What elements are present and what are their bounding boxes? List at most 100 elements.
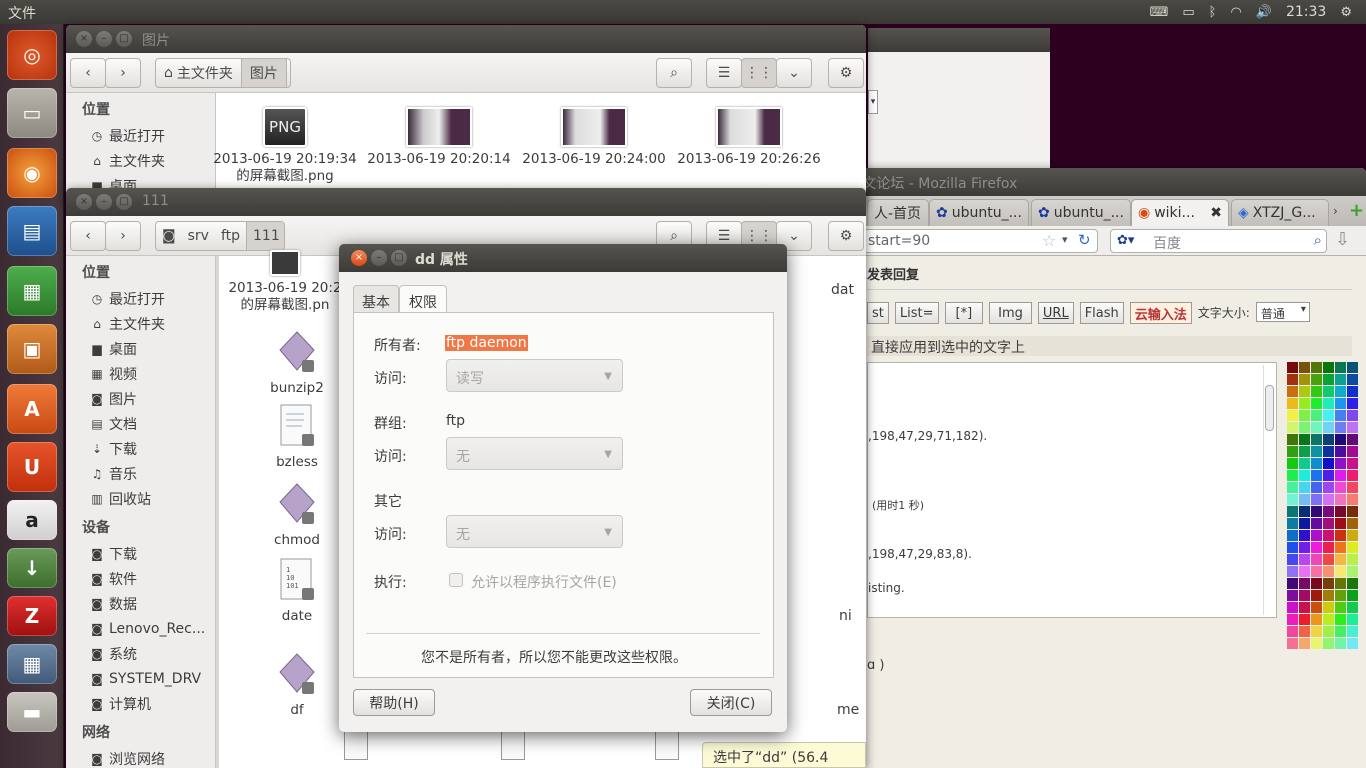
binary-file-icon[interactable] xyxy=(344,730,368,760)
impress-icon[interactable]: ▣ xyxy=(7,324,57,374)
breadcrumb-ftp[interactable]: ftp xyxy=(215,222,246,250)
minimize-icon[interactable]: – xyxy=(96,194,112,210)
color-swatch[interactable] xyxy=(1287,554,1298,565)
color-swatch[interactable] xyxy=(1311,386,1322,397)
color-swatch[interactable] xyxy=(1347,590,1358,601)
owner-value[interactable]: ftp daemon xyxy=(445,335,528,351)
software-center-icon[interactable]: A xyxy=(7,384,57,434)
color-swatch[interactable] xyxy=(1323,374,1334,385)
new-tab-icon[interactable]: + xyxy=(1349,200,1364,221)
color-swatch[interactable] xyxy=(1311,554,1322,565)
search-box[interactable]: ✿▾ 百度 ⌕ xyxy=(1110,229,1327,253)
color-swatch[interactable] xyxy=(1287,542,1298,553)
color-swatch[interactable] xyxy=(1311,518,1322,529)
file-name-partial[interactable]: dat xyxy=(831,282,854,298)
color-swatch[interactable] xyxy=(1299,542,1310,553)
color-swatch[interactable] xyxy=(1335,398,1346,409)
color-swatch[interactable] xyxy=(1311,638,1322,649)
color-swatch[interactable] xyxy=(1335,386,1346,397)
color-swatch[interactable] xyxy=(1323,482,1334,493)
sidebar-item-videos[interactable]: ▦ 视频 xyxy=(66,361,215,386)
breadcrumb-srv[interactable]: srv xyxy=(182,222,215,250)
color-swatch[interactable] xyxy=(1323,506,1334,517)
bbcode-button[interactable]: [*] xyxy=(944,302,984,324)
color-swatch[interactable] xyxy=(1299,554,1310,565)
file-name-partial[interactable]: me xyxy=(837,702,859,718)
color-swatch[interactable] xyxy=(1287,482,1298,493)
view-options-button[interactable]: ⌄ xyxy=(776,58,812,88)
color-swatch[interactable] xyxy=(1311,374,1322,385)
color-swatch[interactable] xyxy=(1299,614,1310,625)
sidebar-item-recent[interactable]: ◷ 最近打开 xyxy=(66,123,215,148)
firefox-icon[interactable]: ◉ xyxy=(7,148,57,198)
color-swatch[interactable] xyxy=(1299,590,1310,601)
color-swatch[interactable] xyxy=(1287,590,1298,601)
close-icon[interactable]: × xyxy=(351,250,367,266)
color-swatch[interactable] xyxy=(1323,566,1334,577)
color-swatch[interactable] xyxy=(1323,470,1334,481)
color-swatch[interactable] xyxy=(1347,542,1358,553)
color-swatch[interactable] xyxy=(1335,458,1346,469)
color-swatch[interactable] xyxy=(1323,578,1334,589)
color-swatch[interactable] xyxy=(1323,530,1334,541)
color-swatch[interactable] xyxy=(1287,446,1298,457)
group-access-combo[interactable]: 无 ▼ xyxy=(446,437,623,470)
tab-basic[interactable]: 基本 xyxy=(353,285,399,313)
history-dropdown-icon[interactable]: ▾ xyxy=(1062,233,1068,246)
color-swatch[interactable] xyxy=(1335,578,1346,589)
back-button[interactable]: ‹ xyxy=(70,58,106,88)
color-swatch[interactable] xyxy=(1323,386,1334,397)
textarea-scrollbar[interactable] xyxy=(1263,365,1275,615)
sidebar-item-device[interactable]: ◙ 软件 xyxy=(66,566,215,591)
dash-home-icon[interactable]: ◎ xyxy=(7,30,57,80)
color-swatch[interactable] xyxy=(1287,626,1298,637)
color-swatch[interactable] xyxy=(1299,578,1310,589)
wifi-icon[interactable]: ◠ xyxy=(1230,5,1241,20)
bbcode-button[interactable]: Flash xyxy=(1079,302,1124,324)
sidebar-item-home[interactable]: ⌂ 主文件夹 xyxy=(66,311,215,336)
color-swatch[interactable] xyxy=(1311,614,1322,625)
color-swatch[interactable] xyxy=(1299,470,1310,481)
color-swatch[interactable] xyxy=(1347,626,1358,637)
color-swatch[interactable] xyxy=(1299,518,1310,529)
color-swatch[interactable] xyxy=(1335,470,1346,481)
color-swatch[interactable] xyxy=(1287,458,1298,469)
color-swatch[interactable] xyxy=(1335,530,1346,541)
color-swatch[interactable] xyxy=(1311,602,1322,613)
color-swatch[interactable] xyxy=(1323,410,1334,421)
color-swatch[interactable] xyxy=(1335,362,1346,373)
owner-access-combo[interactable]: 读写 ▼ xyxy=(446,359,623,392)
app-menu[interactable]: 文件 xyxy=(8,3,36,23)
breadcrumb-root[interactable]: ◙ xyxy=(156,222,182,250)
color-swatch[interactable] xyxy=(1299,446,1310,457)
binary-file-icon[interactable] xyxy=(655,730,679,760)
color-swatch[interactable] xyxy=(1347,386,1358,397)
close-icon[interactable]: × xyxy=(76,31,92,47)
color-swatch[interactable] xyxy=(1287,518,1298,529)
close-button[interactable]: 关闭(C) xyxy=(690,689,772,716)
forward-button[interactable]: › xyxy=(105,58,141,88)
sidebar-item-home[interactable]: ⌂ 主文件夹 xyxy=(66,148,215,173)
settings-button[interactable]: ⚙ xyxy=(828,58,864,88)
file-item[interactable]: 2013-06-19 20:2 的屏幕截图.pn xyxy=(210,250,360,314)
files-icon[interactable]: ▭ xyxy=(7,88,57,138)
color-swatch[interactable] xyxy=(1299,482,1310,493)
color-swatch[interactable] xyxy=(1311,626,1322,637)
color-swatch[interactable] xyxy=(1323,614,1334,625)
color-swatch[interactable] xyxy=(1287,374,1298,385)
sidebar-item-device[interactable]: ◙ 下载 xyxy=(66,541,215,566)
tab-permissions[interactable]: 权限 xyxy=(399,285,447,313)
color-swatch[interactable] xyxy=(1311,590,1322,601)
color-swatch[interactable] xyxy=(1347,362,1358,373)
color-swatch[interactable] xyxy=(1287,398,1298,409)
color-swatch[interactable] xyxy=(1347,410,1358,421)
color-swatch[interactable] xyxy=(1311,578,1322,589)
color-swatch[interactable] xyxy=(1299,458,1310,469)
sidebar-item-device[interactable]: ◙ 计算机 xyxy=(66,691,215,716)
keyboard-icon[interactable]: ⌨ xyxy=(1150,5,1169,20)
color-swatch[interactable] xyxy=(1311,530,1322,541)
sidebar-item-network[interactable]: ◙ 浏览网络 xyxy=(66,746,215,768)
minimize-icon[interactable]: – xyxy=(371,250,387,266)
color-swatch[interactable] xyxy=(1323,446,1334,457)
color-swatch[interactable] xyxy=(1335,566,1346,577)
